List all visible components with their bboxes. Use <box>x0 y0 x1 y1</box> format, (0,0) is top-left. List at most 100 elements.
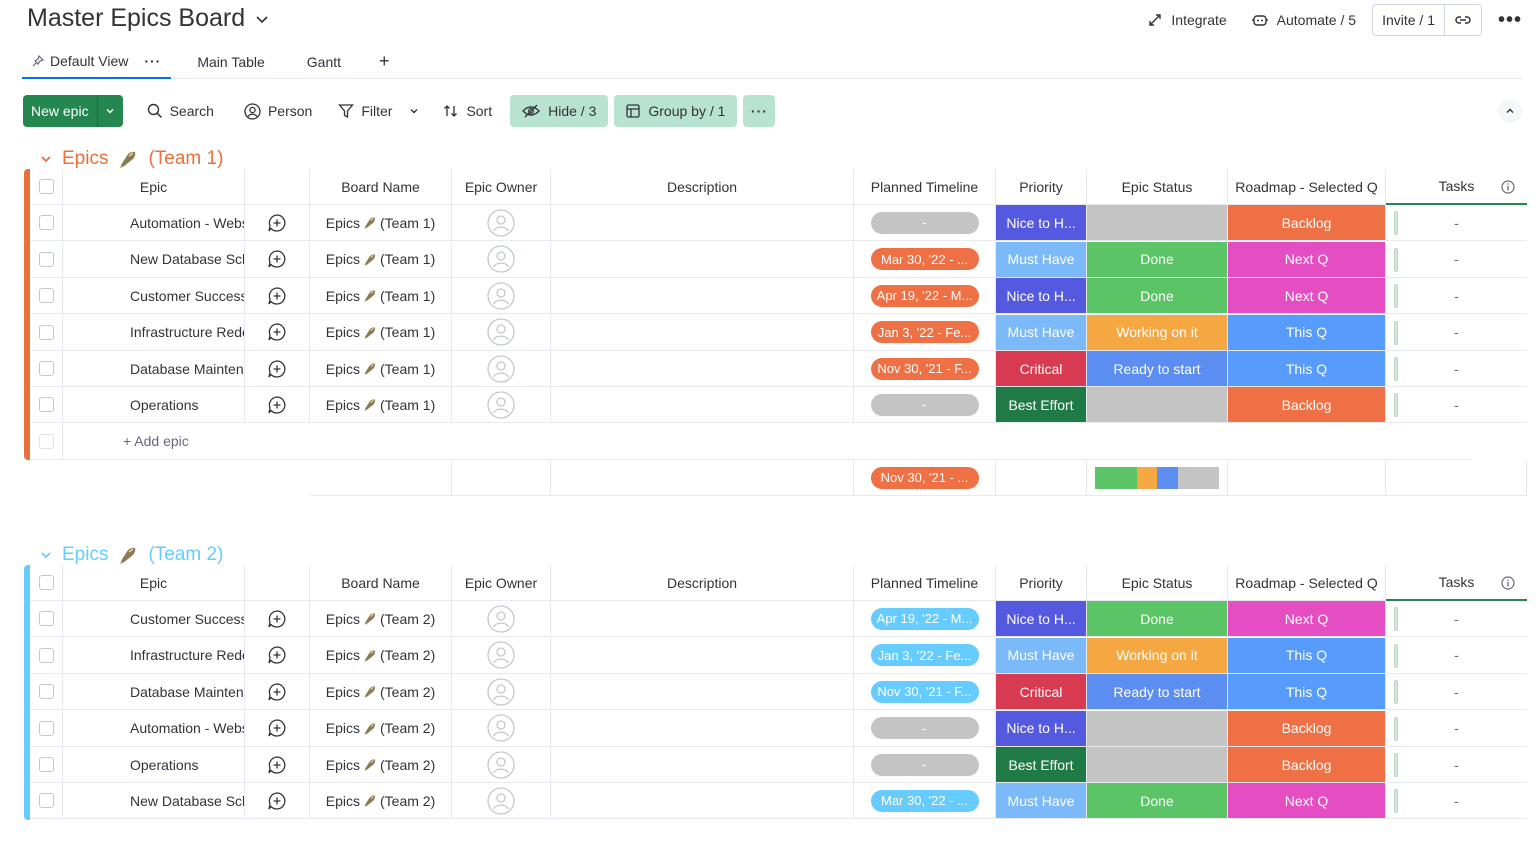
priority[interactable]: Must Have <box>996 314 1087 351</box>
epic-status[interactable]: Working on it <box>1087 637 1228 674</box>
tasks[interactable]: - <box>1386 315 1527 351</box>
roadmap-quarter[interactable]: Next Q <box>1228 241 1386 278</box>
select-all-checkbox[interactable] <box>38 575 54 590</box>
planned-timeline[interactable]: Mar 30, '22 - ... <box>854 241 996 278</box>
planned-timeline[interactable]: Nov 30, '21 - F... <box>854 351 996 387</box>
table-row[interactable]: Customer Success ... Epics (Team 1) Apr 19,… <box>30 278 1527 315</box>
table-row[interactable]: Infrastructure Rede... Epics (Team 1) Jan 3… <box>30 314 1527 351</box>
row-checkbox[interactable] <box>38 720 54 736</box>
priority[interactable]: Best Effort <box>996 387 1087 424</box>
epic-name[interactable]: Infrastructure Rede... <box>63 637 245 674</box>
priority[interactable]: Best Effort <box>996 747 1087 783</box>
row-checkbox[interactable] <box>38 251 54 267</box>
add-view-button[interactable]: + <box>365 51 404 72</box>
roadmap-quarter[interactable]: This Q <box>1228 314 1386 351</box>
select-all-checkbox[interactable] <box>38 179 54 194</box>
table-row[interactable]: New Database Sche... Epics (Team 2) Mar 30,… <box>30 783 1527 820</box>
chevron-down-icon[interactable] <box>40 549 52 561</box>
column-header-owner[interactable]: Epic Owner <box>452 169 551 205</box>
add-item-row[interactable]: + Add epic <box>30 423 1471 460</box>
epic-name[interactable]: Operations <box>63 747 245 783</box>
epic-status[interactable]: Done <box>1087 783 1228 820</box>
invite-button[interactable]: Invite / 1 <box>1373 5 1444 35</box>
table-row[interactable]: New Database Sche... Epics (Team 1) Mar 30,… <box>30 241 1527 278</box>
roadmap-quarter[interactable]: Backlog <box>1228 747 1386 783</box>
column-header-roadmap[interactable]: Roadmap - Selected Q <box>1228 565 1386 601</box>
roadmap-quarter[interactable]: This Q <box>1228 351 1386 387</box>
epic-status[interactable] <box>1087 387 1228 424</box>
select-all-cell[interactable] <box>30 565 63 601</box>
epic-owner[interactable] <box>452 314 551 351</box>
column-header-priority[interactable]: Priority <box>996 565 1087 601</box>
table-row[interactable]: Automation - Websi...Epics(Team 1)-Nice … <box>30 205 1527 242</box>
row-select-cell[interactable] <box>30 783 63 820</box>
column-header-epic[interactable]: Epic <box>63 169 245 205</box>
description[interactable] <box>551 783 854 820</box>
table-row[interactable]: Database Maintena... Epics (Team 1) Nov 30,… <box>30 351 1527 387</box>
column-header-roadmap[interactable]: Roadmap - Selected Q <box>1228 169 1386 205</box>
epic-status[interactable] <box>1087 205 1228 242</box>
epic-owner[interactable] <box>452 674 551 711</box>
column-header-epic[interactable]: Epic <box>63 565 245 601</box>
person-filter-button[interactable]: Person <box>232 95 324 127</box>
roadmap-quarter[interactable]: Backlog <box>1228 710 1386 747</box>
planned-timeline[interactable]: - <box>854 710 996 747</box>
epic-name[interactable]: Database Maintena... <box>63 351 245 387</box>
new-epic-button[interactable]: New epic <box>23 95 97 127</box>
tasks[interactable]: - <box>1386 674 1527 711</box>
description[interactable] <box>551 710 854 747</box>
tab-gantt[interactable]: Gantt <box>297 45 351 79</box>
epic-name[interactable]: Customer Success ... <box>63 278 245 315</box>
epic-status[interactable] <box>1087 747 1228 783</box>
row-checkbox[interactable] <box>38 288 54 304</box>
roadmap-quarter[interactable]: Next Q <box>1228 278 1386 315</box>
planned-timeline[interactable]: - <box>854 205 996 242</box>
epic-owner[interactable] <box>452 205 551 242</box>
row-checkbox[interactable] <box>38 361 54 376</box>
column-header-tasks[interactable]: Tasks <box>1386 565 1527 601</box>
epic-owner[interactable] <box>452 710 551 747</box>
tasks[interactable]: - <box>1386 351 1527 387</box>
description[interactable] <box>551 601 854 638</box>
roadmap-quarter[interactable]: Next Q <box>1228 783 1386 820</box>
priority[interactable]: Nice to H... <box>996 205 1087 242</box>
column-header-status[interactable]: Epic Status <box>1087 169 1228 205</box>
row-select-cell[interactable] <box>30 241 63 278</box>
hide-columns-button[interactable]: Hide / 3 <box>510 95 609 127</box>
row-select-cell[interactable] <box>30 351 63 387</box>
row-select-cell[interactable] <box>30 747 63 783</box>
row-select-cell[interactable] <box>30 637 63 674</box>
new-epic-dropdown[interactable] <box>96 95 123 127</box>
epic-status[interactable]: Done <box>1087 241 1228 278</box>
tasks[interactable]: - <box>1386 601 1527 638</box>
table-row[interactable]: Operations Epics (Team 1) - Best Effort Backl… <box>30 387 1527 424</box>
select-all-cell[interactable] <box>30 169 63 205</box>
row-checkbox[interactable] <box>38 611 54 627</box>
toolbar-more-button[interactable]: ··· <box>743 95 776 127</box>
search-button[interactable]: Search <box>135 95 226 127</box>
row-select-cell[interactable] <box>30 674 63 711</box>
automate-button[interactable]: Automate / 5 <box>1239 4 1368 36</box>
add-update-button[interactable] <box>245 783 310 820</box>
priority[interactable]: Critical <box>996 351 1087 387</box>
epic-name[interactable]: Infrastructure Rede... <box>63 314 245 351</box>
roadmap-quarter[interactable]: Backlog <box>1228 205 1386 242</box>
epic-name[interactable]: New Database Sche... <box>63 241 245 278</box>
epic-status[interactable]: Working on it <box>1087 314 1228 351</box>
epic-name[interactable]: Automation - Websi... <box>63 205 245 242</box>
group-by-button[interactable]: Group by / 1 <box>614 95 738 127</box>
epic-name[interactable]: New Database Sche... <box>63 783 245 820</box>
add-update-button[interactable] <box>245 747 310 783</box>
epic-owner[interactable] <box>452 747 551 783</box>
chevron-down-icon[interactable] <box>40 153 52 165</box>
tab-options-icon[interactable]: ··· <box>144 53 161 69</box>
column-header-timeline[interactable]: Planned Timeline <box>854 169 996 205</box>
tasks[interactable]: - <box>1386 387 1527 424</box>
planned-timeline[interactable]: Jan 3, '22 - Fe... <box>854 637 996 674</box>
priority[interactable]: Must Have <box>996 783 1087 820</box>
add-update-button[interactable] <box>245 278 310 315</box>
tab-default-view[interactable]: Default View ··· <box>22 45 172 79</box>
column-header-priority[interactable]: Priority <box>996 169 1087 205</box>
planned-timeline[interactable]: Nov 30, '21 - F... <box>854 674 996 711</box>
add-update-button[interactable] <box>245 314 310 351</box>
